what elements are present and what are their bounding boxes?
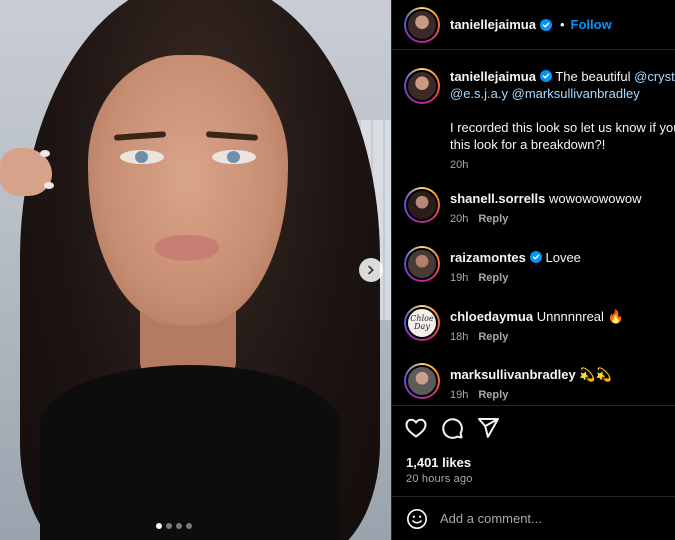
reply-button[interactable]: Reply [478, 331, 508, 343]
post-actions [404, 416, 500, 440]
reply-button[interactable]: Reply [478, 213, 508, 225]
comment-time[interactable]: 19h [450, 272, 468, 284]
comment-input[interactable] [440, 511, 660, 526]
add-comment-bar [392, 496, 675, 540]
carousel-dot [186, 523, 192, 529]
caption-paragraph: I recorded this look so let us know if y… [450, 120, 675, 135]
avatar[interactable] [404, 6, 440, 43]
author-username[interactable]: taniellejaimua [450, 17, 536, 32]
right-eye [212, 150, 256, 164]
verified-badge-icon [539, 18, 552, 31]
heart-icon[interactable] [404, 416, 428, 440]
comment-username[interactable]: raizamontes [450, 250, 526, 265]
mention-link[interactable]: @e.s.j.a.y [450, 86, 508, 101]
carousel-dot-active [156, 523, 162, 529]
post-timestamp[interactable]: 20 hours ago [406, 473, 473, 485]
caption-paragraph: this look for a breakdown?! [450, 137, 606, 152]
comment-icon[interactable] [440, 416, 464, 440]
comment-item: marksullivanbradley 💫💫 19h Reply [404, 363, 675, 404]
caption-text: The beautiful [551, 69, 635, 84]
post-image[interactable] [0, 0, 391, 540]
comment-username[interactable]: shanell.sorrells [450, 191, 545, 206]
mention-link[interactable]: @marksullivanbradley [512, 86, 640, 101]
carousel-dot [166, 523, 172, 529]
lips [155, 235, 219, 261]
chevron-right-icon [368, 265, 374, 275]
reply-button[interactable]: Reply [478, 389, 508, 401]
separator-dot: • [559, 17, 565, 32]
emoji-icon[interactable] [406, 508, 428, 530]
follow-button[interactable]: Follow [571, 17, 612, 32]
carousel-indicator [156, 523, 192, 529]
caption-username[interactable]: taniellejaimua [450, 69, 536, 84]
verified-badge-icon [529, 251, 542, 263]
comments-list[interactable]: taniellejaimua The beautiful @crysta @e.… [392, 51, 675, 405]
fingernail [44, 182, 54, 189]
avatar[interactable] [404, 363, 440, 399]
avatar[interactable] [404, 246, 440, 282]
avatar[interactable]: Chloe Day [404, 305, 440, 341]
comment-text: 💫💫 [575, 367, 612, 382]
mention-link[interactable]: @crysta [634, 69, 675, 84]
comment-item: raizamontes Lovee 19h Reply [404, 246, 675, 287]
likes-count[interactable]: 1,401 likes [406, 455, 471, 470]
face [88, 55, 288, 325]
comment-item: Chloe Day chloedaymua Unnnnnreal 🔥 18h Rep… [404, 305, 675, 346]
share-icon[interactable] [476, 416, 500, 440]
carousel-next-button[interactable] [359, 258, 383, 282]
comment-item: shanell.sorrells wowowowowow 20h Reply [404, 187, 675, 228]
chloe-day-logo: Chloe Day [410, 314, 434, 331]
comment-time[interactable]: 20h [450, 213, 468, 225]
caption: taniellejaimua The beautiful @crysta @e.… [404, 68, 675, 174]
avatar[interactable] [404, 68, 440, 104]
left-eye [120, 150, 164, 164]
caption-time[interactable]: 20h [450, 159, 468, 171]
comment-text: Unnnnnreal 🔥 [533, 309, 624, 324]
post-side-panel: taniellejaimua • Follow taniellejaimua T… [391, 0, 675, 540]
comment-username[interactable]: marksullivanbradley [450, 367, 576, 382]
reply-button[interactable]: Reply [478, 272, 508, 284]
comment-username[interactable]: chloedaymua [450, 309, 533, 324]
comment-time[interactable]: 18h [450, 331, 468, 343]
comment-time[interactable]: 19h [450, 389, 468, 401]
black-top [40, 365, 340, 540]
divider [392, 405, 675, 406]
comment-text: Lovee [541, 250, 581, 265]
comment-text: wowowowowow [545, 191, 642, 206]
carousel-dot [176, 523, 182, 529]
verified-badge-icon [539, 70, 552, 82]
fingernail [40, 150, 50, 157]
post-header: taniellejaimua • Follow [392, 0, 675, 50]
avatar[interactable] [404, 187, 440, 223]
